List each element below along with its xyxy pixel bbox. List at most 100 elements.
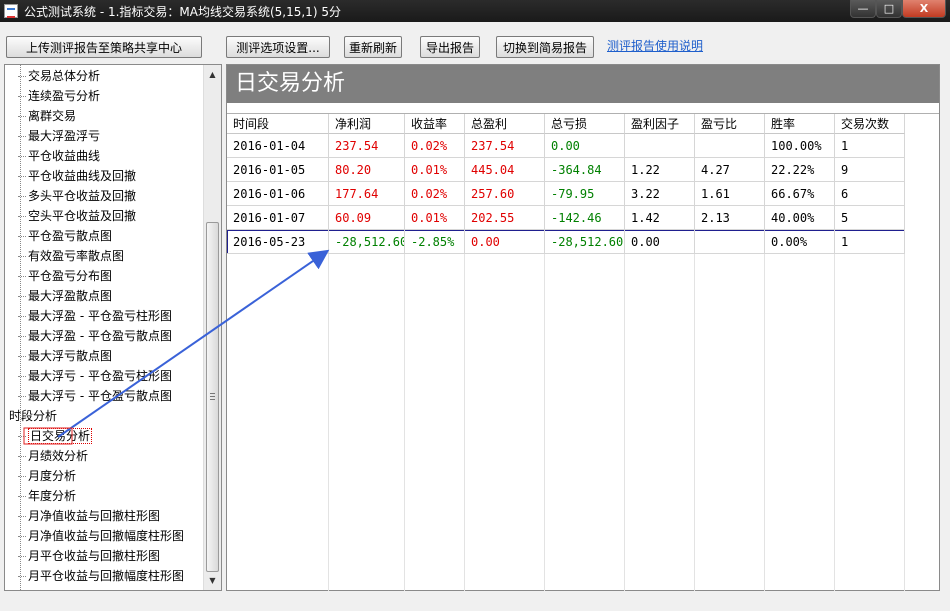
tree-item[interactable]: 最大浮亏散点图 — [18, 347, 112, 365]
table-row-selected[interactable]: 2016-05-23 -28,512.60 -2.85% 0.00 -28,512.60… — [227, 230, 905, 254]
table-cell: 2016-01-06 — [227, 182, 329, 206]
tree-connector — [18, 396, 26, 397]
column-header[interactable]: 胜率 — [765, 114, 835, 134]
tree-scrollbar[interactable]: ▲ ▼ — [203, 65, 221, 590]
tree-item[interactable]: 离群交易 — [18, 107, 77, 125]
maximize-button[interactable]: □ — [876, 0, 902, 18]
table-cell: 40.00% — [765, 206, 835, 230]
app-icon — [4, 4, 18, 18]
table-cell: 1.42 — [625, 206, 695, 230]
tree-item-label: 最大浮亏 - 平仓盈亏散点图 — [28, 389, 172, 403]
table-row[interactable]: 2016-01-07 60.09 0.01% 202.55 -142.46 1.42 2.1… — [227, 206, 905, 230]
tree-item[interactable]: 连续盈亏分析 — [18, 87, 100, 105]
table-cell: 0.02% — [405, 182, 465, 206]
tree-item[interactable]: 平仓收益曲线及回撤 — [18, 167, 136, 185]
table-cell: 3.22 — [625, 182, 695, 206]
tree-item[interactable]: 最大浮盈 - 平仓盈亏柱形图 — [18, 307, 172, 325]
table-cell: -28,512.60 — [545, 230, 625, 254]
column-header[interactable]: 收益率 — [405, 114, 465, 134]
tree-item[interactable]: 交易总体分析 — [18, 67, 100, 85]
tree-item[interactable]: 有效盈亏率散点图 — [18, 247, 125, 265]
switch-simple-report-button[interactable]: 切换到简易报告 — [496, 36, 594, 58]
tree-item[interactable]: 月绩效分析 — [18, 447, 88, 465]
tree-connector — [18, 556, 26, 557]
grip-icon — [210, 393, 215, 400]
table-cell: -79.95 — [545, 182, 625, 206]
close-button[interactable]: X — [902, 0, 946, 18]
tree-item[interactable]: 月平仓收益与回撤幅度柱形图 — [18, 567, 184, 585]
tree-item[interactable]: 平仓盈亏散点图 — [18, 227, 112, 245]
tree-item[interactable]: 多头平仓收益及回撤 — [18, 187, 136, 205]
table-cell: 0.00% — [765, 230, 835, 254]
tree-item[interactable]: 月净值收益与回撤柱形图 — [18, 507, 161, 525]
tree-item-label: 离群交易 — [28, 109, 77, 123]
tree-item[interactable]: 最大浮亏 - 平仓盈亏散点图 — [18, 387, 172, 405]
table-row[interactable]: 2016-01-04 237.54 0.02% 237.54 0.00 100.00% 1 — [227, 134, 905, 158]
tree-item[interactable]: 平仓盈亏分布图 — [18, 267, 112, 285]
table-cell: -142.46 — [545, 206, 625, 230]
tree-connector — [18, 336, 26, 337]
report-grid: 时间段 净利润 收益率 总盈利 总亏损 盈利因子 盈亏比 胜率 交易次数 2016-01-04 23… — [227, 113, 939, 591]
table-cell: 257.60 — [465, 182, 545, 206]
scroll-down-icon[interactable]: ▼ — [205, 573, 220, 588]
column-header[interactable]: 净利润 — [329, 114, 405, 134]
tree-item-label: 月度分析 — [28, 469, 77, 483]
tree-item-label: 空头平仓收益及回撤 — [28, 209, 137, 223]
tree-item[interactable]: 年度分析 — [18, 487, 77, 505]
column-header[interactable]: 总盈利 — [465, 114, 545, 134]
tree-item[interactable]: 月平仓收益与回撤柱形图 — [18, 547, 160, 565]
tree-item-label: 时段分析 — [9, 409, 58, 423]
tree-connector — [18, 76, 26, 77]
test-options-button[interactable]: 测评选项设置... — [226, 36, 330, 58]
table-cell: 6 — [835, 182, 905, 206]
tree-item[interactable]: 最大浮亏 - 平仓盈亏柱形图 — [18, 367, 172, 385]
tree-item-label: 平仓收益曲线 — [28, 149, 101, 163]
table-cell: -364.84 — [545, 158, 625, 182]
table-cell: 66.67% — [765, 182, 835, 206]
column-header[interactable]: 时间段 — [227, 114, 329, 134]
tree-connector — [18, 376, 26, 377]
table-row[interactable]: 2016-01-05 80.20 0.01% 445.04 -364.84 1.22 4.2… — [227, 158, 905, 182]
tree-guide-line — [20, 65, 21, 590]
table-cell: 0.02% — [405, 134, 465, 158]
table-row[interactable]: 2016-01-06 177.64 0.02% 257.60 -79.95 3.22 1.6… — [227, 182, 905, 206]
scroll-up-icon[interactable]: ▲ — [205, 67, 220, 82]
tree-connector — [18, 456, 26, 457]
minimize-button[interactable]: — — [850, 0, 876, 18]
tree-connector — [18, 176, 26, 177]
tree-connector — [18, 476, 26, 477]
upload-report-button[interactable]: 上传测评报告至策略共享中心 — [6, 36, 202, 58]
toolbar: 上传测评报告至策略共享中心 测评选项设置... 重新刷新 导出报告 切换到简易报… — [0, 22, 950, 62]
column-header[interactable]: 交易次数 — [835, 114, 905, 134]
tree-item-label: 年度分析 — [28, 489, 77, 503]
column-header[interactable]: 盈利因子 — [625, 114, 695, 134]
report-help-link[interactable]: 测评报告使用说明 — [607, 36, 703, 56]
table-cell: 5 — [835, 206, 905, 230]
table-cell: 177.64 — [329, 182, 405, 206]
tree-item[interactable]: 平仓收益曲线 — [18, 147, 101, 165]
tree-item[interactable]: 月度分析 — [18, 467, 77, 485]
report-tree-panel: 交易总体分析 连续盈亏分析离群交易最大浮盈浮亏平仓收益曲线平仓收益曲线及回撤 多头平… — [4, 64, 222, 591]
tree-item-label: 最大浮盈 - 平仓盈亏柱形图 — [28, 309, 172, 323]
tree-connector — [18, 196, 26, 197]
column-header[interactable]: 总亏损 — [545, 114, 625, 134]
table-cell: 1.61 — [695, 182, 765, 206]
tree-item-label: 有效盈亏率散点图 — [28, 249, 125, 263]
tree-item-daily-analysis[interactable]: 日交易分析 — [18, 427, 93, 445]
tree-group-time-analysis[interactable]: 时段分析 — [9, 407, 57, 425]
scroll-thumb[interactable] — [206, 222, 219, 572]
tree-item[interactable]: 空头平仓收益及回撤 — [18, 207, 137, 225]
refresh-button[interactable]: 重新刷新 — [344, 36, 402, 58]
tree-item[interactable]: 最大浮盈散点图 — [18, 287, 112, 305]
export-report-button[interactable]: 导出报告 — [420, 36, 480, 58]
tree-item[interactable]: 最大浮盈浮亏 — [18, 127, 100, 145]
column-header[interactable]: 盈亏比 — [695, 114, 765, 134]
tree-connector — [18, 436, 26, 437]
tree-connector — [18, 256, 26, 257]
tree-item-label: 月净值收益与回撤柱形图 — [28, 509, 161, 523]
tree-item[interactable]: 月净值收益与回撤幅度柱形图 — [18, 527, 184, 545]
table-cell: 60.09 — [329, 206, 405, 230]
table-cell: 0.01% — [405, 206, 465, 230]
table-cell: 100.00% — [765, 134, 835, 158]
tree-item[interactable]: 最大浮盈 - 平仓盈亏散点图 — [18, 327, 172, 345]
